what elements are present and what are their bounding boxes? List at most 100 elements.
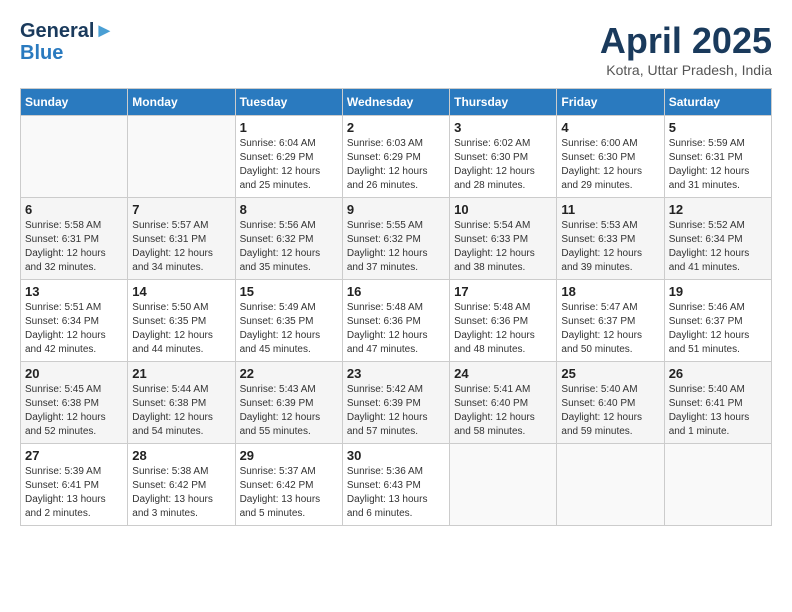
calendar-week-row: 6 Sunrise: 5:58 AMSunset: 6:31 PMDaylight…	[21, 198, 772, 280]
day-number: 6	[25, 202, 123, 217]
calendar-cell: 22Sunrise: 5:43 AMSunset: 6:39 PMDayligh…	[235, 362, 342, 444]
calendar-cell: 17Sunrise: 5:48 AMSunset: 6:36 PMDayligh…	[450, 280, 557, 362]
day-number: 10	[454, 202, 552, 217]
day-number: 28	[132, 448, 230, 463]
calendar-cell: 15 Sunrise: 5:49 AMSunset: 6:35 PMDayligh…	[235, 280, 342, 362]
day-info: Sunrise: 5:36 AMSunset: 6:43 PMDaylight:…	[347, 465, 445, 521]
day-info: Sunrise: 5:46 AMSunset: 6:37 PMDaylight:…	[669, 301, 767, 357]
day-info: Sunrise: 5:47 AMSunset: 6:37 PMDaylight:…	[561, 301, 659, 357]
calendar-cell: 9 Sunrise: 5:55 AMSunset: 6:32 PMDaylight…	[342, 198, 449, 280]
day-info: Sunrise: 5:53 AMSunset: 6:33 PMDaylight:…	[561, 219, 659, 275]
calendar-cell: 11 Sunrise: 5:53 AMSunset: 6:33 PMDayligh…	[557, 198, 664, 280]
day-info: Sunrise: 5:38 AMSunset: 6:42 PMDaylight:…	[132, 465, 230, 521]
calendar-cell: 23 Sunrise: 5:42 AMSunset: 6:39 PMDayligh…	[342, 362, 449, 444]
day-number: 25	[561, 366, 659, 381]
calendar-cell	[128, 116, 235, 198]
day-info: Sunrise: 5:49 AMSunset: 6:35 PMDaylight:…	[240, 301, 338, 357]
calendar-cell: 4Sunrise: 6:00 AMSunset: 6:30 PMDaylight…	[557, 116, 664, 198]
day-number: 22	[240, 366, 338, 381]
weekday-header-tuesday: Tuesday	[235, 89, 342, 116]
calendar-cell	[664, 444, 771, 526]
calendar-cell	[450, 444, 557, 526]
day-info: Sunrise: 5:55 AMSunset: 6:32 PMDaylight:…	[347, 219, 445, 275]
weekday-header-thursday: Thursday	[450, 89, 557, 116]
day-number: 19	[669, 284, 767, 299]
calendar-cell: 3 Sunrise: 6:02 AMSunset: 6:30 PMDaylight…	[450, 116, 557, 198]
location-text: Kotra, Uttar Pradesh, India	[600, 62, 772, 78]
day-number: 24	[454, 366, 552, 381]
day-number: 26	[669, 366, 767, 381]
calendar-week-row: 27Sunrise: 5:39 AMSunset: 6:41 PMDayligh…	[21, 444, 772, 526]
logo-blue: Blue	[20, 42, 114, 64]
day-number: 1	[240, 120, 338, 135]
day-info: Sunrise: 6:04 AMSunset: 6:29 PMDaylight:…	[240, 137, 338, 193]
day-info: Sunrise: 5:52 AMSunset: 6:34 PMDaylight:…	[669, 219, 767, 275]
day-info: Sunrise: 5:44 AMSunset: 6:38 PMDaylight:…	[132, 383, 230, 439]
calendar-cell: 2 Sunrise: 6:03 AMSunset: 6:29 PMDaylight…	[342, 116, 449, 198]
calendar-cell: 25 Sunrise: 5:40 AMSunset: 6:40 PMDayligh…	[557, 362, 664, 444]
day-number: 15	[240, 284, 338, 299]
day-number: 23	[347, 366, 445, 381]
day-number: 12	[669, 202, 767, 217]
day-info: Sunrise: 5:51 AMSunset: 6:34 PMDaylight:…	[25, 301, 123, 357]
day-number: 5	[669, 120, 767, 135]
weekday-header-monday: Monday	[128, 89, 235, 116]
calendar-cell: 20 Sunrise: 5:45 AMSunset: 6:38 PMDayligh…	[21, 362, 128, 444]
weekday-header-wednesday: Wednesday	[342, 89, 449, 116]
day-number: 9	[347, 202, 445, 217]
calendar-cell: 24 Sunrise: 5:41 AMSunset: 6:40 PMDayligh…	[450, 362, 557, 444]
calendar-cell: 29 Sunrise: 5:37 AMSunset: 6:42 PMDayligh…	[235, 444, 342, 526]
calendar-week-row: 1 Sunrise: 6:04 AMSunset: 6:29 PMDaylight…	[21, 116, 772, 198]
weekday-header-sunday: Sunday	[21, 89, 128, 116]
day-number: 27	[25, 448, 123, 463]
day-number: 13	[25, 284, 123, 299]
logo: General► Blue	[20, 20, 114, 64]
day-info: Sunrise: 5:45 AMSunset: 6:38 PMDaylight:…	[25, 383, 123, 439]
day-info: Sunrise: 5:37 AMSunset: 6:42 PMDaylight:…	[240, 465, 338, 521]
calendar-cell: 28 Sunrise: 5:38 AMSunset: 6:42 PMDayligh…	[128, 444, 235, 526]
day-info: Sunrise: 5:48 AMSunset: 6:36 PMDaylight:…	[454, 301, 552, 357]
day-number: 20	[25, 366, 123, 381]
calendar-cell: 27Sunrise: 5:39 AMSunset: 6:41 PMDayligh…	[21, 444, 128, 526]
day-info: Sunrise: 6:00 AMSunset: 6:30 PMDaylight:…	[561, 137, 659, 193]
day-info: Sunrise: 5:41 AMSunset: 6:40 PMDaylight:…	[454, 383, 552, 439]
day-number: 14	[132, 284, 230, 299]
day-info: Sunrise: 5:59 AMSunset: 6:31 PMDaylight:…	[669, 137, 767, 193]
calendar-cell: 18 Sunrise: 5:47 AMSunset: 6:37 PMDayligh…	[557, 280, 664, 362]
day-info: Sunrise: 6:03 AMSunset: 6:29 PMDaylight:…	[347, 137, 445, 193]
page-header: General► Blue April 2025 Kotra, Uttar Pr…	[20, 20, 772, 78]
day-number: 16	[347, 284, 445, 299]
day-info: Sunrise: 5:42 AMSunset: 6:39 PMDaylight:…	[347, 383, 445, 439]
calendar-cell: 10 Sunrise: 5:54 AMSunset: 6:33 PMDayligh…	[450, 198, 557, 280]
calendar-cell: 13 Sunrise: 5:51 AMSunset: 6:34 PMDayligh…	[21, 280, 128, 362]
calendar-cell	[557, 444, 664, 526]
day-number: 8	[240, 202, 338, 217]
calendar-cell: 19 Sunrise: 5:46 AMSunset: 6:37 PMDayligh…	[664, 280, 771, 362]
day-number: 11	[561, 202, 659, 217]
calendar-table: SundayMondayTuesdayWednesdayThursdayFrid…	[20, 88, 772, 526]
calendar-cell: 1 Sunrise: 6:04 AMSunset: 6:29 PMDaylight…	[235, 116, 342, 198]
day-number: 7	[132, 202, 230, 217]
day-info: Sunrise: 5:40 AMSunset: 6:40 PMDaylight:…	[561, 383, 659, 439]
weekday-header-saturday: Saturday	[664, 89, 771, 116]
calendar-cell: 8 Sunrise: 5:56 AMSunset: 6:32 PMDaylight…	[235, 198, 342, 280]
calendar-week-row: 20 Sunrise: 5:45 AMSunset: 6:38 PMDayligh…	[21, 362, 772, 444]
day-number: 2	[347, 120, 445, 135]
day-number: 18	[561, 284, 659, 299]
day-info: Sunrise: 5:54 AMSunset: 6:33 PMDaylight:…	[454, 219, 552, 275]
calendar-cell: 21Sunrise: 5:44 AMSunset: 6:38 PMDayligh…	[128, 362, 235, 444]
day-number: 3	[454, 120, 552, 135]
title-block: April 2025 Kotra, Uttar Pradesh, India	[600, 20, 772, 78]
day-info: Sunrise: 5:50 AMSunset: 6:35 PMDaylight:…	[132, 301, 230, 357]
day-info: Sunrise: 5:40 AMSunset: 6:41 PMDaylight:…	[669, 383, 767, 439]
calendar-cell: 12 Sunrise: 5:52 AMSunset: 6:34 PMDayligh…	[664, 198, 771, 280]
weekday-header-friday: Friday	[557, 89, 664, 116]
calendar-cell: 14 Sunrise: 5:50 AMSunset: 6:35 PMDayligh…	[128, 280, 235, 362]
day-number: 29	[240, 448, 338, 463]
day-info: Sunrise: 6:02 AMSunset: 6:30 PMDaylight:…	[454, 137, 552, 193]
day-info: Sunrise: 5:58 AMSunset: 6:31 PMDaylight:…	[25, 219, 123, 275]
day-info: Sunrise: 5:48 AMSunset: 6:36 PMDaylight:…	[347, 301, 445, 357]
calendar-week-row: 13 Sunrise: 5:51 AMSunset: 6:34 PMDayligh…	[21, 280, 772, 362]
calendar-cell: 7Sunrise: 5:57 AMSunset: 6:31 PMDaylight…	[128, 198, 235, 280]
day-info: Sunrise: 5:56 AMSunset: 6:32 PMDaylight:…	[240, 219, 338, 275]
